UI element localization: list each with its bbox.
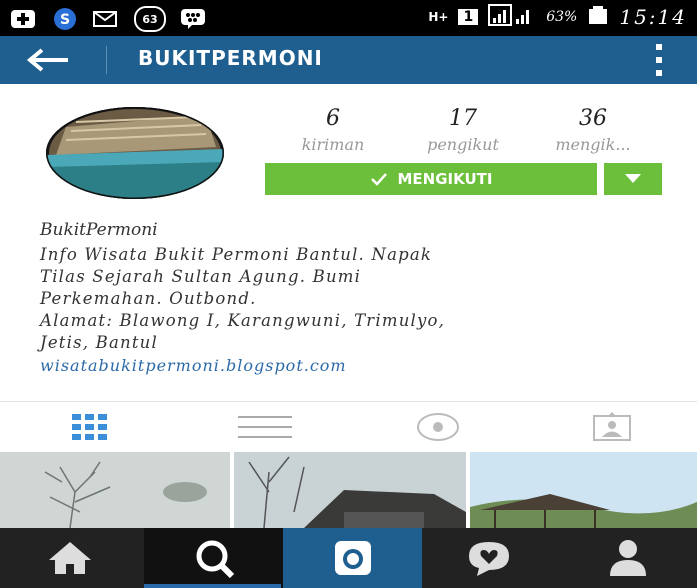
home-icon: [48, 542, 91, 574]
tab-tagged-view[interactable]: [552, 402, 672, 452]
profile-bio: BukitPermoni Info Wisata Bukit Permoni B…: [40, 220, 660, 375]
tab-location-view[interactable]: [378, 402, 498, 452]
notification-count-badge: 63: [134, 6, 166, 32]
notification-icons: S 63: [8, 6, 208, 32]
post-photo: [234, 452, 466, 528]
nav-activity[interactable]: [419, 528, 558, 588]
back-button[interactable]: [20, 42, 76, 78]
tab-list-view[interactable]: [205, 402, 325, 452]
bio-line: Jetis, Bantul: [40, 333, 158, 352]
tab-grid-view[interactable]: [30, 402, 150, 452]
profile-name: BukitPermoni: [40, 220, 158, 240]
avatar-photo: [46, 107, 224, 199]
camera-icon: [334, 541, 371, 575]
follow-options-dropdown[interactable]: [604, 163, 662, 195]
photo-thumbnail[interactable]: [0, 452, 230, 528]
post-photo: [0, 452, 230, 528]
menu-dot-icon: [656, 70, 662, 76]
search-icon: [196, 540, 234, 578]
followers-count: 17: [449, 106, 477, 131]
list-icon: [238, 416, 292, 438]
tagged-photos-icon: [593, 412, 631, 441]
stat-posts[interactable]: 6 kiriman: [268, 106, 398, 154]
post-photo: [470, 452, 697, 528]
bbm-icon: [178, 8, 208, 30]
sim-indicator: 1: [458, 9, 479, 25]
followers-label: pengikut: [427, 135, 499, 154]
activity-heart-icon: [468, 542, 509, 576]
bio-line: Tilas Sejarah Sultan Agung. Bumi: [40, 267, 362, 286]
page-title: BUKITPERMONI: [138, 46, 323, 70]
app-bar-divider: [106, 46, 107, 74]
active-tab-indicator: [144, 584, 281, 588]
bottom-navigation: [0, 528, 697, 588]
checkmark-icon: [370, 173, 387, 186]
mail-icon: [92, 8, 122, 30]
signal-icon: [488, 4, 536, 30]
following-button-label: MENGIKUTI: [397, 170, 493, 188]
skype-icon: S: [50, 8, 80, 30]
posts-count: 6: [326, 106, 340, 131]
clock: 15:14: [619, 5, 687, 29]
menu-dot-icon: [656, 44, 662, 50]
nav-profile[interactable]: [558, 528, 697, 588]
app-bar: BUKITPERMONI: [0, 36, 697, 84]
status-bar: S 63 H+ 1 63% 15:14: [0, 0, 697, 36]
network-type: H+: [428, 10, 449, 24]
photo-thumbnail[interactable]: [470, 452, 697, 528]
profile-avatar[interactable]: [46, 107, 224, 199]
following-button[interactable]: MENGIKUTI: [265, 163, 597, 195]
location-icon: [417, 413, 459, 441]
nav-camera[interactable]: [283, 528, 422, 588]
battery-percent: 63%: [546, 9, 578, 25]
following-count: 36: [579, 106, 607, 131]
website-link[interactable]: wisatabukitpermoni.blogspot.com: [40, 356, 660, 375]
stat-following[interactable]: 36 mengik...: [528, 106, 658, 154]
plus-box-icon: [8, 8, 38, 30]
nav-search[interactable]: [144, 528, 283, 588]
posts-label: kiriman: [301, 135, 365, 154]
menu-dot-icon: [656, 57, 662, 63]
svg-text:S: S: [60, 12, 70, 28]
photo-thumbnail[interactable]: [234, 452, 466, 528]
following-label: mengik...: [555, 135, 631, 154]
battery-icon: [587, 5, 609, 29]
bio-line: Alamat: Blawong I, Karangwuni, Trimulyo,: [40, 311, 446, 330]
nav-home[interactable]: [0, 528, 139, 588]
system-indicators: H+ 1 63% 15:14: [428, 4, 687, 30]
chevron-down-icon: [625, 174, 641, 183]
profile-view-tabs: [0, 402, 697, 452]
bio-line: Perkemahan. Outbond.: [40, 289, 257, 308]
arrow-left-icon: [26, 48, 68, 72]
overflow-menu-button[interactable]: [651, 44, 667, 76]
bio-line: Info Wisata Bukit Permoni Bantul. Napak: [40, 245, 433, 264]
stat-followers[interactable]: 17 pengikut: [398, 106, 528, 154]
grid-icon: [72, 414, 107, 440]
profile-icon: [609, 540, 646, 576]
